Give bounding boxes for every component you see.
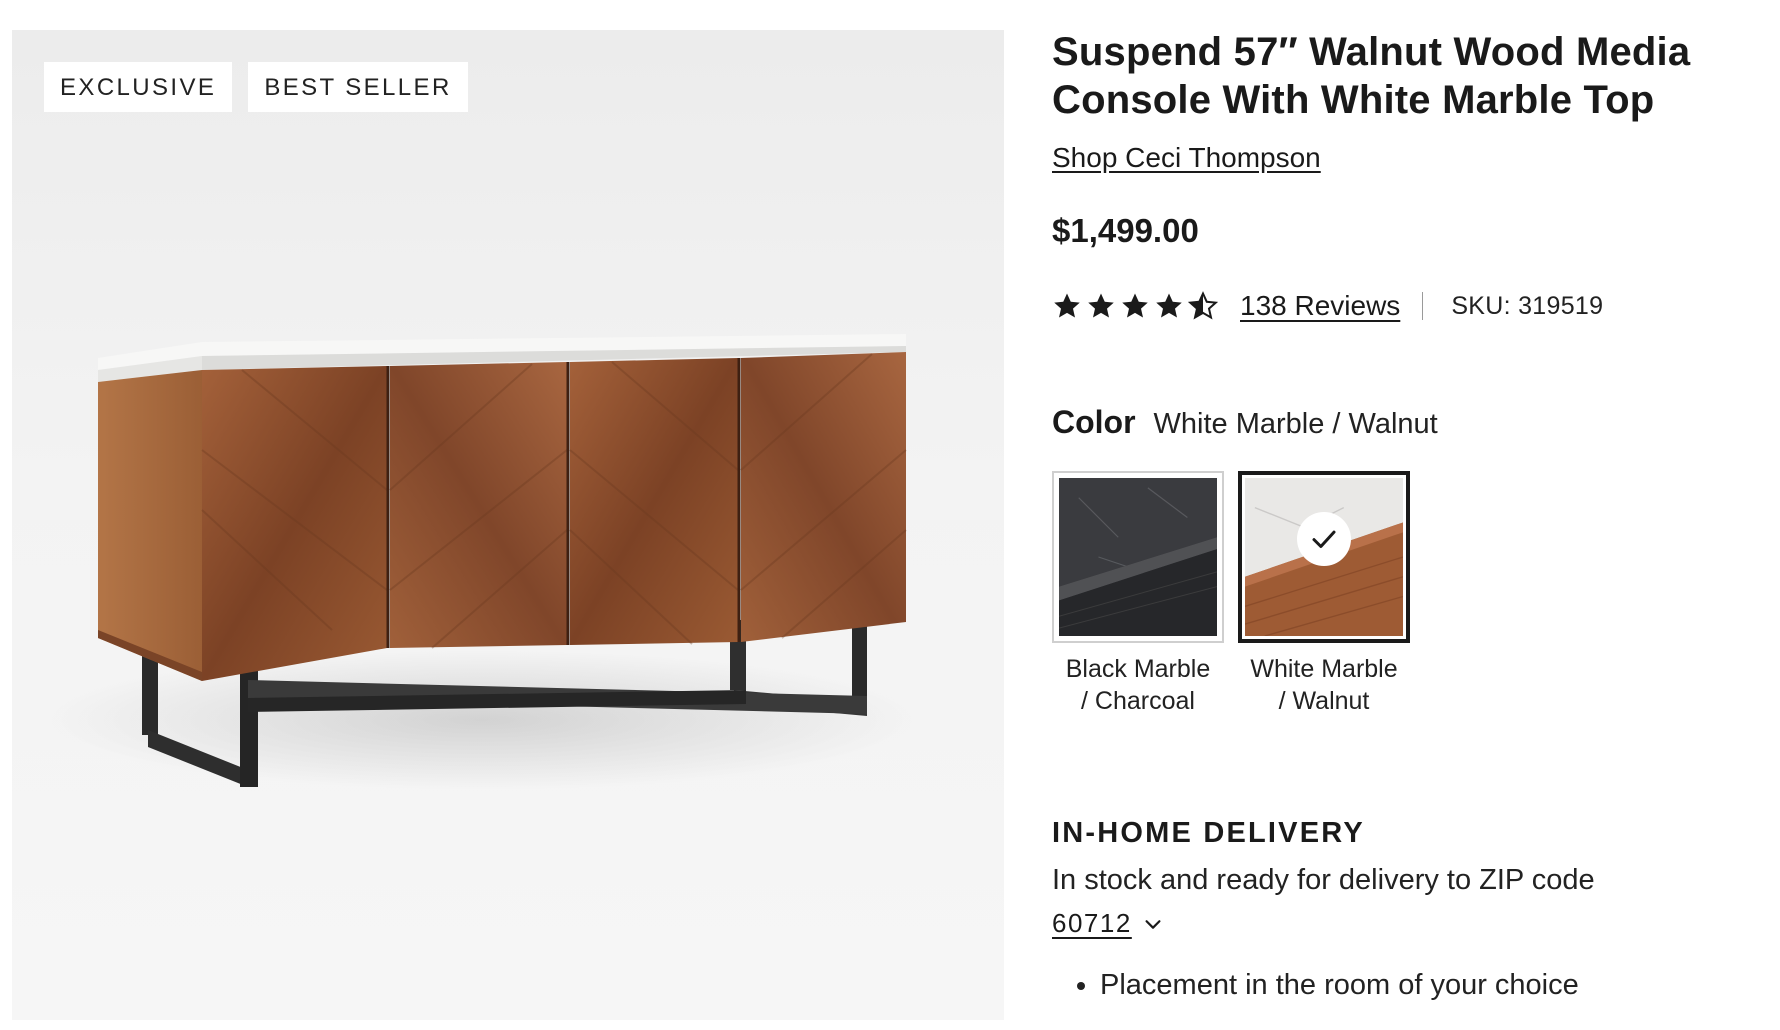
list-item: Placement in the room of your choice [1100,965,1752,1005]
zip-code-selector[interactable]: 60712 [1052,908,1752,939]
star-full-icon [1122,293,1148,318]
best-seller-badge: BEST SELLER [248,62,468,112]
color-swatches: Black Marble / Charcoal White Marble / W… [1052,471,1752,717]
swatch-label-line1: Black Marble [1065,655,1211,683]
color-label: Color [1052,404,1136,440]
color-selector-header: Color White Marble / Walnut [1052,404,1752,441]
swatch-label-line1: White Marble [1250,655,1398,683]
star-full-icon [1088,293,1114,318]
black-marble-swatch-image [1059,478,1217,636]
zip-code-link[interactable]: 60712 [1052,908,1132,939]
product-image-gallery[interactable]: EXCLUSIVE BEST SELLER [12,30,1004,1020]
reviews-link[interactable]: 138 Reviews [1240,290,1400,322]
product-title: Suspend 57″ Walnut Wood Media Console Wi… [1052,30,1691,122]
delivery-text: In stock and ready for delivery to ZIP c… [1052,864,1595,896]
exclusive-badge: EXCLUSIVE [44,62,233,112]
badge-group: EXCLUSIVE BEST SELLER [44,62,468,112]
product-info: Suspend 57″ Walnut Wood Media Console Wi… [1052,28,1752,1005]
star-full-icon [1054,293,1080,318]
product-price: $1,499.00 [1052,212,1199,249]
swatch-black-marble-charcoal[interactable]: Black Marble / Charcoal [1052,471,1224,717]
star-rating[interactable] [1052,291,1218,321]
swatch-label-line2: / Charcoal [1081,687,1195,715]
rating-row: 138 Reviews SKU: 319519 [1052,286,1752,326]
chevron-down-icon [1145,919,1161,929]
swatch-white-marble-walnut[interactable]: White Marble / Walnut [1238,471,1410,717]
swatch-label-line2: / Walnut [1278,687,1370,715]
product-image [42,334,922,790]
designer-link[interactable]: Shop Ceci Thompson [1052,142,1321,174]
delivery-benefits-list: Placement in the room of your choice [1052,965,1752,1005]
star-half-icon [1188,291,1218,320]
sku-text: SKU: 319519 [1451,291,1604,320]
swatch-frame [1052,471,1224,643]
selected-color-value: White Marble / Walnut [1153,408,1438,440]
divider [1422,292,1424,320]
delivery-heading: IN-HOME DELIVERY [1052,817,1365,849]
star-full-icon [1156,293,1182,318]
selected-check-icon [1297,512,1351,566]
swatch-frame [1238,471,1410,643]
